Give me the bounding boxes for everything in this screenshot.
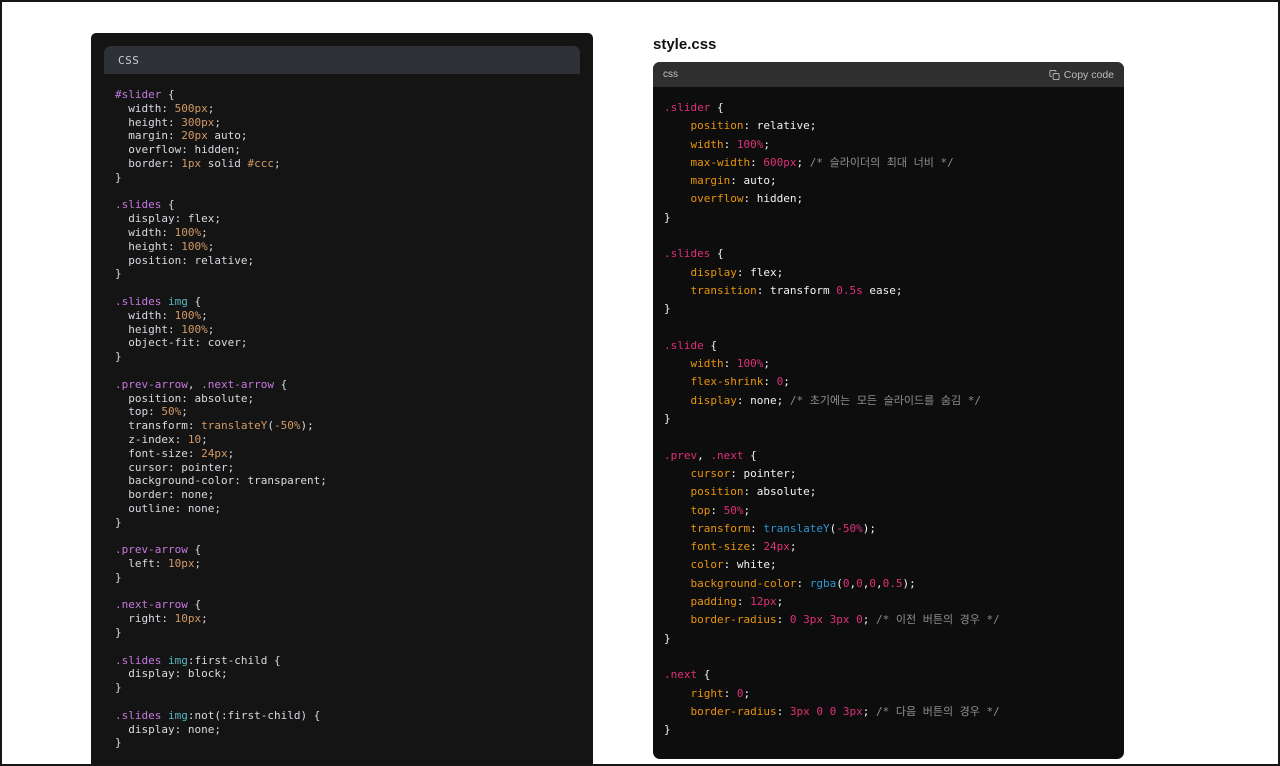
code-line: } bbox=[115, 267, 122, 281]
code-line: .slides img:first-child { bbox=[115, 653, 281, 667]
code-line: .slide { bbox=[664, 338, 717, 352]
code-line: } bbox=[115, 515, 122, 529]
code-line: .slides { bbox=[115, 198, 175, 212]
code-line: transform: translateY(-50%); bbox=[115, 419, 314, 433]
code-line: } bbox=[664, 631, 671, 645]
code-line: top: 50%; bbox=[664, 503, 751, 517]
code-line: right: 0; bbox=[664, 686, 751, 700]
left-code-header: CSS bbox=[104, 46, 580, 74]
code-line: transition: transform 0.5s ease; bbox=[664, 283, 903, 297]
code-line: display: none; /* 초기에는 모든 슬라이드를 숨김 */ bbox=[664, 393, 982, 407]
code-line: position: relative; bbox=[115, 253, 255, 267]
code-line: .slides img:not(:first-child) { bbox=[115, 708, 321, 722]
code-line: .prev, .next { bbox=[664, 448, 757, 462]
code-line: } bbox=[664, 412, 671, 426]
code-line: font-size: 24px; bbox=[664, 540, 797, 554]
code-line: .slides { bbox=[664, 247, 724, 261]
code-line: top: 50%; bbox=[115, 405, 188, 419]
code-line: } bbox=[664, 723, 671, 737]
code-line: .next { bbox=[664, 668, 711, 682]
code-line: right: 10px; bbox=[115, 612, 208, 626]
code-line: width: 100%; bbox=[664, 137, 770, 151]
code-line: } bbox=[115, 350, 122, 364]
code-line: position: absolute; bbox=[664, 485, 817, 499]
copy-code-button[interactable]: Copy code bbox=[1049, 69, 1114, 81]
code-line: .slider { bbox=[664, 101, 724, 114]
right-code-content: .slider { position: relative; width: 100… bbox=[653, 87, 1124, 751]
code-line: overflow: hidden; bbox=[115, 143, 241, 157]
code-line: font-size: 24px; bbox=[115, 446, 235, 460]
file-title: style.css bbox=[653, 36, 717, 53]
code-line: outline: none; bbox=[115, 501, 221, 515]
code-line: } bbox=[664, 302, 671, 316]
code-line: } bbox=[115, 736, 122, 750]
code-line: .prev-arrow { bbox=[115, 543, 202, 557]
code-line: height: 300px; bbox=[115, 115, 221, 129]
code-line: margin: 20px auto; bbox=[115, 129, 248, 143]
code-line: max-width: 600px; /* 슬라이더의 최대 너비 */ bbox=[664, 155, 954, 169]
code-line: } bbox=[664, 210, 671, 224]
code-line: background-color: rgba(0,0,0,0.5); bbox=[664, 576, 916, 590]
code-line: background-color: transparent; bbox=[115, 474, 327, 488]
code-line: height: 100%; bbox=[115, 239, 215, 253]
code-line: color: white; bbox=[664, 558, 777, 572]
code-line: margin: auto; bbox=[664, 174, 777, 188]
right-code-header: css Copy code bbox=[653, 62, 1124, 87]
code-line: z-index: 10; bbox=[115, 432, 208, 446]
right-code-language-label: css bbox=[663, 69, 678, 80]
code-line: left: 10px; bbox=[115, 557, 202, 571]
code-line: } bbox=[115, 570, 122, 584]
right-code-block: css Copy code .slider { position: relati… bbox=[653, 62, 1124, 759]
code-line: .slides img { bbox=[115, 294, 202, 308]
left-code-language-label: CSS bbox=[118, 53, 140, 67]
code-line: width: 100%; bbox=[664, 357, 770, 371]
code-line: display: flex; bbox=[664, 265, 784, 279]
code-line: display: flex; bbox=[115, 212, 221, 226]
code-line: width: 100%; bbox=[115, 308, 208, 322]
code-line: display: block; bbox=[115, 667, 228, 681]
code-line: transform: translateY(-50%); bbox=[664, 521, 876, 535]
code-line: cursor: pointer; bbox=[115, 460, 235, 474]
code-line: border: 1px solid #ccc; bbox=[115, 156, 281, 170]
code-line: cursor: pointer; bbox=[664, 466, 797, 480]
left-code-block: CSS #slider { width: 500px; height: 300p… bbox=[91, 33, 593, 766]
copy-icon bbox=[1049, 69, 1060, 81]
code-line: .next-arrow { bbox=[115, 598, 202, 612]
code-line: flex-shrink: 0; bbox=[664, 375, 790, 389]
code-line: border: none; bbox=[115, 488, 215, 502]
code-line: } bbox=[115, 626, 122, 640]
code-line: border-radius: 3px 0 0 3px; /* 다음 버튼의 경우… bbox=[664, 704, 1000, 718]
code-line: #slider { bbox=[115, 88, 175, 101]
left-code-content: #slider { width: 500px; height: 300px; m… bbox=[91, 74, 593, 750]
code-line: } bbox=[115, 170, 122, 184]
code-line: height: 100%; bbox=[115, 322, 215, 336]
code-line: position: relative; bbox=[664, 119, 817, 133]
code-line: width: 500px; bbox=[115, 101, 215, 115]
code-line: display: none; bbox=[115, 722, 221, 736]
code-line: position: absolute; bbox=[115, 391, 255, 405]
copy-code-label: Copy code bbox=[1063, 68, 1114, 81]
code-line: } bbox=[115, 681, 122, 695]
code-line: object-fit: cover; bbox=[115, 336, 248, 350]
code-line: overflow: hidden; bbox=[664, 192, 804, 206]
code-line: .prev-arrow, .next-arrow { bbox=[115, 377, 288, 391]
code-line: padding: 12px; bbox=[664, 595, 784, 609]
code-line: width: 100%; bbox=[115, 225, 208, 239]
code-line: border-radius: 0 3px 3px 0; /* 이전 버튼의 경우… bbox=[664, 613, 1000, 627]
